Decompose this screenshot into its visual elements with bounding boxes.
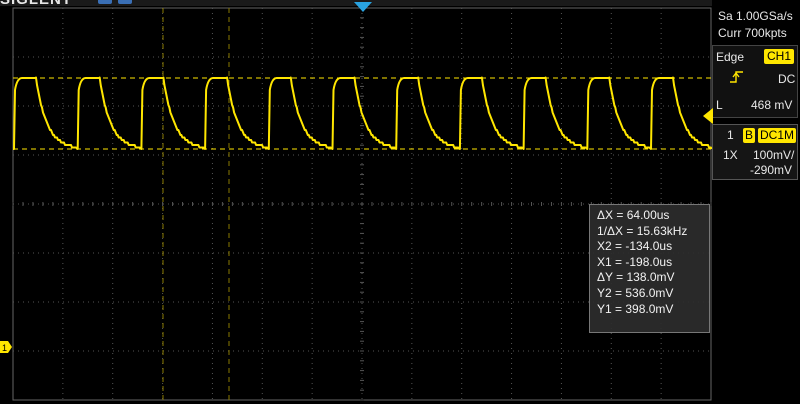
x2-label: X2 = [597, 239, 623, 254]
channel1-marker-label: 1 [2, 343, 7, 353]
vertical-scale: 100mV/ [753, 148, 795, 162]
vertical-offset: -290mV [750, 163, 793, 177]
sample-rate-text: Sa 1.00GSa/s [718, 9, 793, 23]
trigger-type-label: Edge [716, 50, 745, 64]
trigger-level-label: L [716, 98, 723, 112]
trigger-source-badge: CH1 [764, 49, 795, 64]
delta-y-label: ΔY = [597, 270, 624, 285]
inverse-delta-x-label: 1/ΔX = [597, 223, 634, 238]
bandwidth-limit-badge: B [743, 128, 756, 143]
cursor-measurement-box: ΔX = 64.00us 1/ΔX = 15.63kHz X2 = -134.0… [589, 204, 710, 333]
channel-coupling-badge: DC1M [758, 128, 797, 143]
x2-row: X2 = -134.0us [597, 239, 709, 255]
y1-label: Y1 = [597, 301, 623, 316]
y2-value: 536.0mV [625, 285, 674, 300]
delta-y-row: ΔY = 138.0mV [597, 270, 709, 286]
y1-row: Y1 = 398.0mV [597, 302, 709, 318]
rising-edge-icon [730, 71, 743, 83]
delta-x-value: 64.00us [626, 208, 670, 222]
brand-logo: SIGLENT [0, 0, 72, 8]
memory-depth-text: Curr 700kpts [718, 26, 787, 40]
y1-value: 398.0mV [625, 301, 674, 316]
y2-row: Y2 = 536.0mV [597, 286, 709, 302]
channel-number: 1 [727, 128, 734, 142]
trigger-level-value: 468 mV [751, 98, 793, 112]
inverse-delta-x-row: 1/ΔX = 15.63kHz [597, 224, 709, 240]
x1-value: -198.0us [625, 254, 673, 269]
channel1-ground-marker[interactable]: 1 [0, 341, 12, 353]
trigger-coupling-text: DC [778, 72, 796, 86]
y2-label: Y2 = [597, 285, 623, 300]
delta-x-row: ΔX = 64.00us [597, 208, 709, 224]
waveform-display[interactable] [0, 0, 712, 404]
delta-x-label: ΔX = [597, 208, 624, 222]
x1-label: X1 = [597, 254, 623, 269]
delta-y-value: 138.0mV [626, 270, 675, 285]
mode-status-icon [118, 0, 132, 4]
channel1-panel[interactable]: 1 B DC1M 1X 100mV/ -290mV [712, 124, 798, 180]
x2-value: -134.0us [625, 239, 673, 254]
run-status-icon [98, 0, 112, 4]
inverse-delta-x-value: 15.63kHz [636, 223, 688, 238]
trigger-panel[interactable]: Edge CH1 DC L 468 mV [712, 45, 798, 118]
trigger-position-icon[interactable] [354, 0, 372, 12]
trigger-level-marker-icon[interactable] [703, 108, 713, 124]
probe-attenuation: 1X [723, 148, 738, 162]
x1-row: X1 = -198.0us [597, 255, 709, 271]
